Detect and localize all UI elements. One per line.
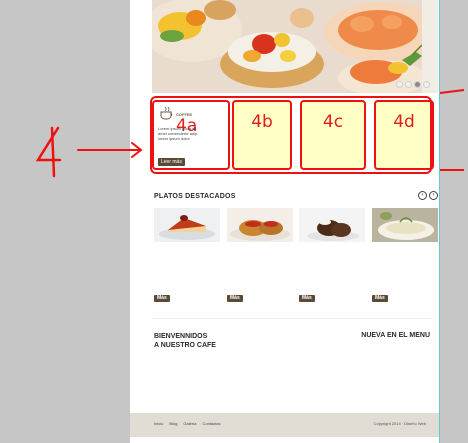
chevron-right-icon[interactable]: › [429, 191, 438, 200]
section-divider [152, 318, 432, 319]
slider-dots[interactable] [396, 81, 430, 88]
hero-food-image [152, 0, 438, 93]
footer-link-blog[interactable]: Blog [169, 421, 177, 426]
chevron-left-icon[interactable]: ‹ [418, 191, 427, 200]
more-button[interactable]: Más [227, 295, 243, 302]
copyright: Copyright 2014 · Diseño Web [373, 421, 426, 426]
dish-image[interactable] [227, 208, 293, 242]
dish-card[interactable]: Más [154, 208, 220, 302]
carousel-arrows: ‹ › [418, 191, 438, 200]
slider-dot[interactable] [396, 81, 403, 88]
footer-link-gallery[interactable]: Galería [183, 421, 196, 426]
more-button[interactable]: Más [299, 295, 315, 302]
welcome-heading: BIENVENNIDOS A NUESTRO CAFE [154, 332, 216, 350]
footer: Inicio Blog Galería Contactos Copyright … [130, 413, 440, 437]
hero-slider[interactable] [152, 0, 438, 93]
dish-card[interactable]: Más [299, 208, 365, 302]
more-button[interactable]: Más [372, 295, 388, 302]
dish-card[interactable]: Más [227, 208, 293, 302]
promo-row: COFFEE 4a Lorem ipsum dolor sit amet con… [150, 96, 434, 174]
footer-link-home[interactable]: Inicio [154, 421, 163, 426]
featured-title: PLATOS DESTACADOS [154, 193, 236, 200]
slider-dot-active[interactable] [414, 81, 421, 88]
dish-card[interactable]: Más [372, 208, 438, 302]
new-menu-heading: NUEVA EN EL MENU [361, 332, 430, 339]
more-button[interactable]: Más [154, 295, 170, 302]
slider-dot[interactable] [405, 81, 412, 88]
welcome-line: BIENVENNIDOS [154, 333, 208, 340]
dish-image[interactable] [372, 208, 438, 242]
dish-image[interactable] [154, 208, 220, 242]
guide-line [439, 0, 440, 443]
annotation-frame [150, 96, 432, 174]
dish-image[interactable] [299, 208, 365, 242]
slider-dot[interactable] [423, 81, 430, 88]
footer-nav: Inicio Blog Galería Contactos [154, 421, 221, 426]
footer-link-contact[interactable]: Contactos [202, 421, 220, 426]
page: COFFEE 4a Lorem ipsum dolor sit amet con… [130, 0, 440, 443]
welcome-line: A NUESTRO CAFE [154, 342, 216, 349]
